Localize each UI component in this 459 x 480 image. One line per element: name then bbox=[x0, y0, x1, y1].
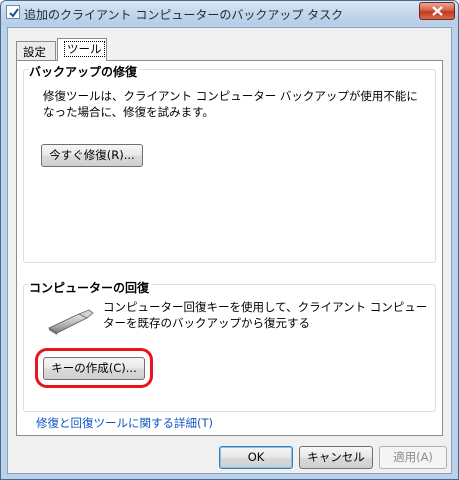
checkbox-icon bbox=[6, 5, 20, 19]
recovery-group-title: コンピューターの回復 bbox=[29, 279, 153, 296]
repair-now-button[interactable]: 今すぐ修復(R)... bbox=[41, 144, 143, 167]
repair-description: 修復ツールは、クライアント コンピューター バックアップが使用不能になった場合に… bbox=[43, 89, 418, 119]
tab-settings[interactable]: 設定 bbox=[16, 41, 56, 60]
close-button[interactable] bbox=[419, 2, 455, 20]
apply-button[interactable]: 適用(A) bbox=[379, 446, 447, 469]
recovery-description: コンピューター回復キーを使用して、クライアント コンピューターを既存のバックアッ… bbox=[103, 300, 428, 330]
title-bar[interactable]: 追加のクライアント コンピューターのバックアップ タスク bbox=[1, 1, 458, 25]
dialog-client: 設定 ツール バックアップの修復 修復ツールは、クライアント コンピューター バ… bbox=[7, 27, 452, 474]
tab-tools[interactable]: ツール bbox=[57, 38, 107, 61]
dialog-window: 追加のクライアント コンピューターのバックアップ タスク 設定 ツール バックア… bbox=[0, 0, 459, 480]
repair-recovery-details-link[interactable]: 修復と回復ツールに関する詳細(T) bbox=[36, 415, 213, 431]
cancel-button[interactable]: キャンセル bbox=[299, 446, 373, 469]
window-title: 追加のクライアント コンピューターのバックアップ タスク bbox=[24, 8, 344, 22]
repair-group-title: バックアップの修復 bbox=[29, 63, 141, 80]
tools-panel: バックアップの修復 修復ツールは、クライアント コンピューター バックアップが使… bbox=[16, 60, 443, 436]
close-icon bbox=[432, 6, 443, 16]
tab-tools-label: ツール bbox=[64, 41, 105, 57]
create-key-button[interactable]: キーの作成(C)... bbox=[43, 357, 145, 380]
ok-button[interactable]: OK bbox=[219, 446, 293, 469]
usb-drive-icon bbox=[45, 306, 95, 339]
